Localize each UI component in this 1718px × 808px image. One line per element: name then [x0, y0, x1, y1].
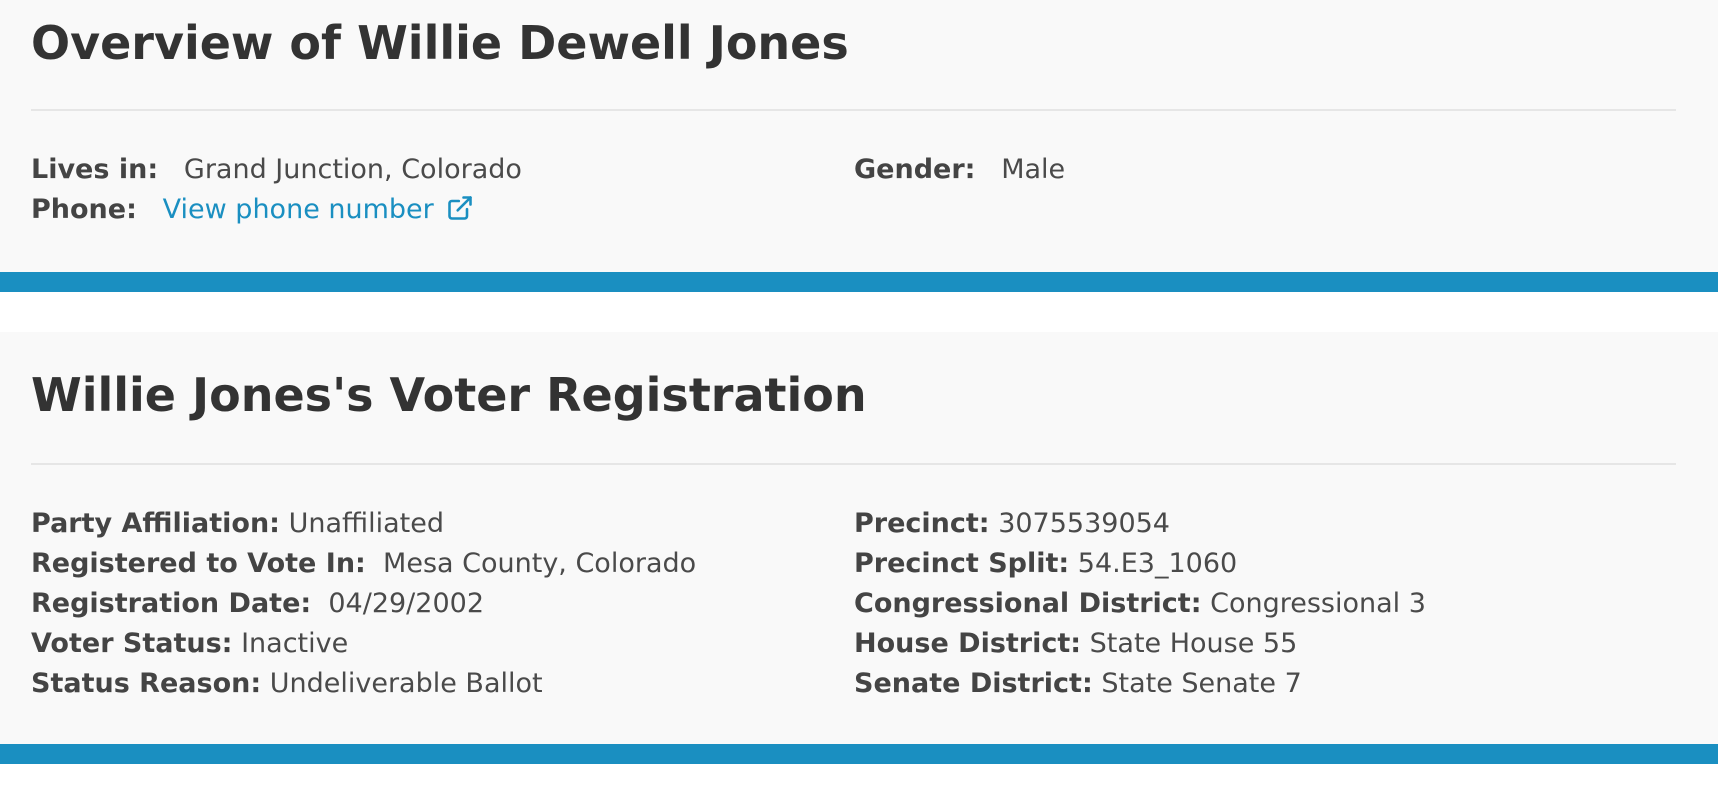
senate-district-row: Senate District: State Senate 7	[854, 664, 1426, 704]
voter-registration-title: Willie Jones's Voter Registration	[31, 368, 867, 422]
registered-to-vote-in-value: Mesa County, Colorado	[383, 548, 697, 579]
registration-left-column: Party Affiliation: Unaffiliated Register…	[31, 504, 696, 704]
house-district-label: House District:	[854, 628, 1082, 659]
overview-card: Overview of Willie Dewell Jones Lives in…	[0, 0, 1718, 292]
precinct-split-row: Precinct Split: 54.E3_1060	[854, 544, 1426, 584]
house-district-value: State House 55	[1089, 628, 1298, 659]
registered-to-vote-in-label: Registered to Vote In:	[31, 548, 366, 579]
registration-date-row: Registration Date: 04/29/2002	[31, 584, 696, 624]
overview-left-column: Lives in: Grand Junction, Colorado Phone…	[31, 150, 522, 230]
registered-to-vote-in-row: Registered to Vote In: Mesa County, Colo…	[31, 544, 696, 584]
overview-accent-bar	[0, 272, 1718, 292]
status-reason-label: Status Reason:	[31, 668, 262, 699]
house-district-row: House District: State House 55	[854, 624, 1426, 664]
precinct-split-value: 54.E3_1060	[1077, 548, 1238, 579]
senate-district-label: Senate District:	[854, 668, 1093, 699]
senate-district-value: State Senate 7	[1101, 668, 1302, 699]
congressional-district-label: Congressional District:	[854, 588, 1202, 619]
lives-in-row: Lives in: Grand Junction, Colorado	[31, 150, 522, 190]
registration-date-label: Registration Date:	[31, 588, 312, 619]
voter-status-row: Voter Status: Inactive	[31, 624, 696, 664]
voter-registration-accent-bar	[0, 744, 1718, 764]
party-affiliation-value: Unaffiliated	[288, 508, 444, 539]
precinct-row: Precinct: 3075539054	[854, 504, 1426, 544]
party-affiliation-row: Party Affiliation: Unaffiliated	[31, 504, 696, 544]
registration-right-column: Precinct: 3075539054 Precinct Split: 54.…	[854, 504, 1426, 704]
registration-date-value: 04/29/2002	[328, 588, 484, 619]
party-affiliation-label: Party Affiliation:	[31, 508, 280, 539]
overview-divider	[31, 109, 1676, 111]
lives-in-label: Lives in:	[31, 154, 159, 185]
phone-label: Phone:	[31, 194, 137, 225]
overview-title: Overview of Willie Dewell Jones	[31, 16, 849, 70]
status-reason-value: Undeliverable Ballot	[269, 668, 543, 699]
overview-right-column: Gender: Male	[854, 150, 1065, 190]
status-reason-row: Status Reason: Undeliverable Ballot	[31, 664, 696, 704]
voter-registration-divider	[31, 463, 1676, 465]
voter-status-label: Voter Status:	[31, 628, 233, 659]
gender-row: Gender: Male	[854, 150, 1065, 190]
gender-value: Male	[1001, 154, 1066, 185]
precinct-label: Precinct:	[854, 508, 990, 539]
congressional-district-row: Congressional District: Congressional 3	[854, 584, 1426, 624]
voter-status-value: Inactive	[241, 628, 349, 659]
lives-in-value: Grand Junction, Colorado	[183, 154, 522, 185]
voter-registration-card: Willie Jones's Voter Registration Party …	[0, 332, 1718, 764]
precinct-split-label: Precinct Split:	[854, 548, 1070, 579]
congressional-district-value: Congressional 3	[1210, 588, 1426, 619]
view-phone-number-link[interactable]: View phone number	[145, 194, 473, 225]
gender-label: Gender:	[854, 154, 976, 185]
external-link-icon	[447, 196, 472, 220]
precinct-value: 3075539054	[998, 508, 1170, 539]
phone-row: Phone: View phone number	[31, 190, 522, 230]
